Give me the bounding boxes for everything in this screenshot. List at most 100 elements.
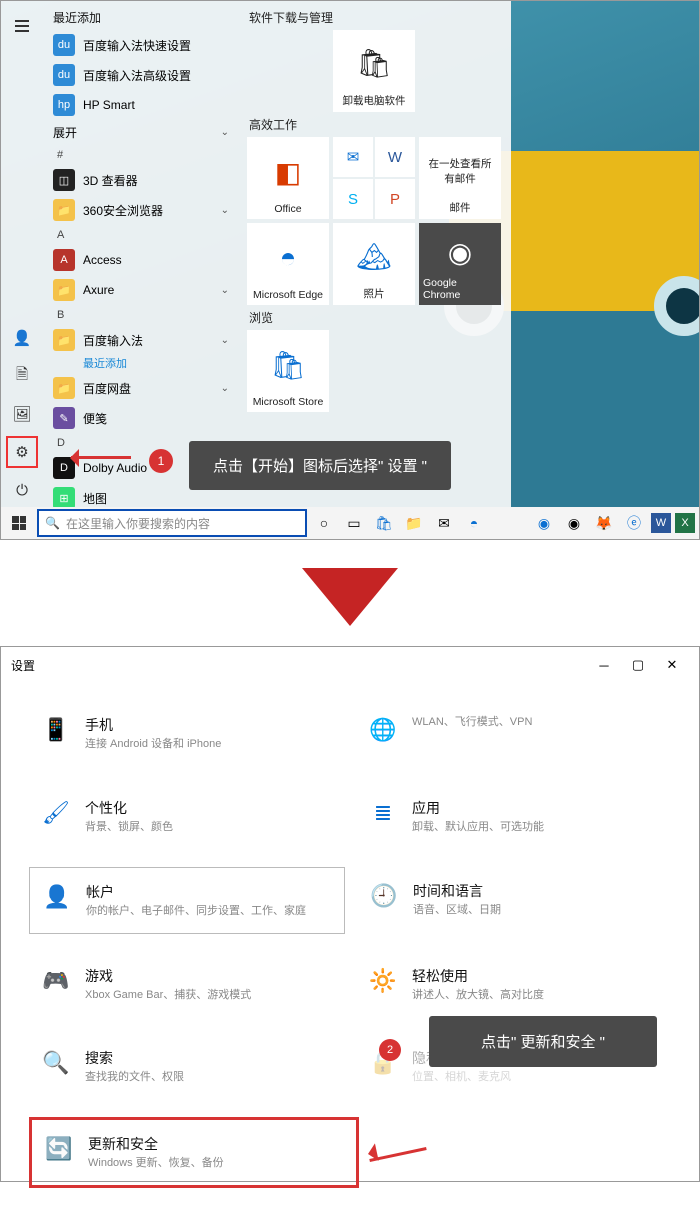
titlebar: 设置 ─ ▢ ✕ xyxy=(1,647,699,683)
start-menu-screenshot: 👤 🗎 🖼 ⚙ ⏻ 最近添加 du百度输入法快速设置 du百度输入法高级设置 h… xyxy=(0,0,700,540)
search-icon: 🔍 xyxy=(45,516,60,530)
ie-icon[interactable]: ⓔ xyxy=(621,510,647,536)
store-icon: 🛍 xyxy=(270,334,306,396)
cube-icon: ◫ xyxy=(53,169,75,191)
update-icon: 🔄 xyxy=(44,1134,74,1164)
card-desc: 背景、锁屏、颜色 xyxy=(85,820,173,835)
app-baidu-pan[interactable]: 📁百度网盘⌄ xyxy=(43,373,239,403)
documents-icon[interactable]: 🗎 xyxy=(6,360,38,392)
card-title: 更新和安全 xyxy=(88,1134,224,1154)
expand-button[interactable]: 展开⌄ xyxy=(43,120,239,145)
edge-icon[interactable]: ◓ xyxy=(461,510,487,536)
pictures-icon[interactable]: 🖼 xyxy=(6,398,38,430)
app-baidu-ime[interactable]: 📁百度输入法⌄ xyxy=(43,325,239,355)
word-icon[interactable]: W xyxy=(651,513,671,533)
user-icon[interactable]: 👤 xyxy=(6,322,38,354)
window-title: 设置 xyxy=(11,657,587,674)
tile-edge[interactable]: ◓Microsoft Edge xyxy=(247,223,329,305)
card-desc: 讲述人、放大镜、高对比度 xyxy=(412,988,544,1003)
baidu-icon: du xyxy=(53,64,75,86)
notes-icon: ✎ xyxy=(53,407,75,429)
settings-card-phone[interactable]: 📱手机连接 Android 设备和 iPhone xyxy=(29,701,344,766)
settings-card-apps[interactable]: ≣应用卸载、默认应用、可选功能 xyxy=(356,784,671,849)
tile-office[interactable]: ◧Office xyxy=(247,137,329,219)
settings-card-accounts[interactable]: 👤帐户你的帐户、电子邮件、同步设置、工作、家庭 xyxy=(29,867,345,934)
card-title: 帐户 xyxy=(86,882,306,902)
tile-store[interactable]: 🛍Microsoft Store xyxy=(247,330,329,412)
settings-card-ease[interactable]: 🔆轻松使用讲述人、放大镜、高对比度 xyxy=(356,952,671,1017)
app-axure[interactable]: 📁Axure⌄ xyxy=(43,275,239,305)
tile-uninstall[interactable]: 🛍卸载电脑软件 xyxy=(333,30,415,112)
baidu-icon: du xyxy=(53,34,75,56)
chevron-down-icon: ⌄ xyxy=(221,205,229,216)
cortana-icon[interactable]: ○ xyxy=(311,510,337,536)
folder-icon: 📁 xyxy=(53,199,75,221)
annotation-callout: 点击【开始】图标后选择" 设置 " xyxy=(189,441,451,490)
skype-icon[interactable]: S xyxy=(333,179,373,219)
letter-header[interactable]: # xyxy=(43,145,239,165)
app-access[interactable]: AAccess xyxy=(43,245,239,275)
settings-card-network[interactable]: 🌐 WLAN、飞行模式、VPN xyxy=(356,701,671,766)
powerpoint-icon[interactable]: P xyxy=(375,179,415,219)
app-baidu-quick[interactable]: du百度输入法快速设置 xyxy=(43,30,239,60)
photos-icon: 🏔 xyxy=(356,227,392,286)
explorer-icon[interactable]: 📁 xyxy=(401,510,427,536)
tile-mail[interactable]: 在一处查看所有邮件邮件 xyxy=(419,137,501,219)
recent-header: 最近添加 xyxy=(43,5,239,30)
card-desc: 卸载、默认应用、可选功能 xyxy=(412,820,544,835)
letter-header[interactable]: A xyxy=(43,225,239,245)
card-title: 搜索 xyxy=(85,1048,184,1068)
task-view-icon[interactable]: ▭ xyxy=(341,510,367,536)
tile-office-apps[interactable]: ✉ W S P xyxy=(333,137,415,219)
card-desc: 查找我的文件、权限 xyxy=(85,1070,184,1085)
app-hp-smart[interactable]: hpHP Smart xyxy=(43,90,239,120)
letter-header[interactable]: B xyxy=(43,305,239,325)
card-desc: WLAN、飞行模式、VPN xyxy=(412,715,532,730)
card-title: 时间和语言 xyxy=(413,881,501,901)
firefox-icon[interactable]: 🦊 xyxy=(591,510,617,536)
settings-card-update[interactable]: 🔄更新和安全Windows 更新、恢复、备份 xyxy=(29,1117,359,1188)
store-icon[interactable]: 🛍 xyxy=(371,510,397,536)
phone-icon: 📱 xyxy=(41,715,71,745)
settings-card-personalization[interactable]: 🖌个性化背景、锁屏、颜色 xyxy=(29,784,344,849)
chrome-icon[interactable]: ◉ xyxy=(561,510,587,536)
app-3d-viewer[interactable]: ◫3D 查看器 xyxy=(43,165,239,195)
settings-card-search[interactable]: 🔍搜索查找我的文件、权限 xyxy=(29,1034,344,1099)
hamburger-icon[interactable] xyxy=(6,10,38,42)
taskbar-search[interactable]: 🔍在这里输入你要搜索的内容 xyxy=(37,509,307,537)
close-button[interactable]: ✕ xyxy=(655,653,689,677)
accounts-icon: 👤 xyxy=(42,882,72,912)
folder-icon: 📁 xyxy=(53,329,75,351)
network-icon: 🌐 xyxy=(368,715,398,745)
start-menu: 👤 🗎 🖼 ⚙ ⏻ 最近添加 du百度输入法快速设置 du百度输入法高级设置 h… xyxy=(1,1,511,509)
tile-chrome[interactable]: ◉Google Chrome xyxy=(419,223,501,305)
start-rail: 👤 🗎 🖼 ⚙ ⏻ xyxy=(1,1,43,509)
flow-arrow-icon xyxy=(0,540,700,646)
settings-categories: 📱手机连接 Android 设备和 iPhone 🌐 WLAN、飞行模式、VPN 🖌个… xyxy=(1,683,699,1224)
mail-icon[interactable]: ✉ xyxy=(431,510,457,536)
bag-icon: 🛍 xyxy=(356,34,392,93)
tile-photos[interactable]: 🏔照片 xyxy=(333,223,415,305)
settings-icon[interactable]: ⚙ xyxy=(6,436,38,468)
app-360-browser[interactable]: 📁360安全浏览器⌄ xyxy=(43,195,239,225)
maximize-button[interactable]: ▢ xyxy=(621,653,655,677)
app-notes[interactable]: ✎便笺 xyxy=(43,403,239,433)
card-desc: 语音、区域、日期 xyxy=(413,903,501,918)
outlook-icon[interactable]: ✉ xyxy=(333,137,373,177)
word-icon[interactable]: W xyxy=(375,137,415,177)
app-icon[interactable]: ◉ xyxy=(531,510,557,536)
settings-card-time[interactable]: 🕘时间和语言语音、区域、日期 xyxy=(357,867,671,934)
recent-sublabel: 最近添加 xyxy=(43,355,239,373)
settings-card-gaming[interactable]: 🎮游戏Xbox Game Bar、捕获、游戏模式 xyxy=(29,952,344,1017)
start-tiles: 软件下载与管理 🛍卸载电脑软件 高效工作 ◧Office ✉ W S P 在一处… xyxy=(239,1,511,509)
card-desc: 位置、相机、麦克风 xyxy=(412,1070,511,1085)
all-apps-list: 最近添加 du百度输入法快速设置 du百度输入法高级设置 hpHP Smart … xyxy=(43,1,239,509)
app-baidu-adv[interactable]: du百度输入法高级设置 xyxy=(43,60,239,90)
minimize-button[interactable]: ─ xyxy=(587,653,621,677)
excel-icon[interactable]: X xyxy=(675,513,695,533)
annotation-callout: 点击" 更新和安全 " xyxy=(429,1016,657,1067)
power-icon[interactable]: ⏻ xyxy=(6,474,38,506)
chevron-down-icon: ⌄ xyxy=(221,127,229,138)
map-icon: ⊞ xyxy=(53,487,75,509)
start-button[interactable] xyxy=(5,509,33,537)
